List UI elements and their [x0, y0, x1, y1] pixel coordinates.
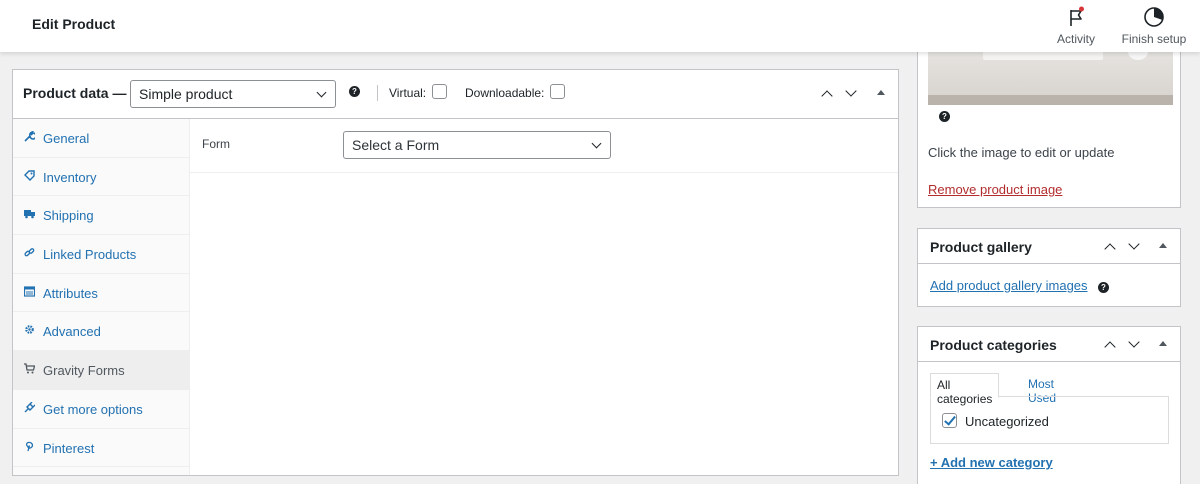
tab-pinterest[interactable]: Pinterest — [13, 429, 189, 468]
product-data-tabs: General Inventory Shipping Linked Produc… — [13, 119, 190, 475]
wrench-icon — [24, 130, 37, 142]
tab-shipping[interactable]: Shipping — [13, 196, 189, 236]
product-image-shelf — [928, 95, 1173, 105]
category-checkbox[interactable] — [942, 413, 957, 428]
tab-label: Linked Products — [43, 247, 137, 263]
collapse-toggle-icon[interactable] — [1159, 341, 1167, 346]
product-data-header: Product data — Simple product ? Virtual:… — [13, 70, 898, 119]
flag-icon — [1050, 6, 1102, 28]
plugin-icon — [24, 401, 36, 413]
help-icon[interactable]: ? — [939, 111, 950, 122]
tab-label: General — [43, 131, 90, 146]
tab-general[interactable]: General — [13, 119, 189, 158]
move-up-icon[interactable] — [821, 90, 833, 102]
move-down-icon[interactable] — [845, 85, 857, 97]
help-icon[interactable]: ? — [349, 86, 360, 97]
move-down-icon[interactable] — [1128, 336, 1140, 348]
chevron-down-icon — [316, 87, 327, 98]
cart-icon — [24, 363, 36, 374]
product-data-title: Product data — — [23, 85, 127, 101]
move-down-icon[interactable] — [1128, 238, 1140, 250]
product-gallery-box: Product gallery Add product gallery imag… — [917, 228, 1181, 307]
tab-label: Attributes — [43, 285, 98, 301]
move-up-icon[interactable] — [1104, 341, 1116, 353]
tab-most-used[interactable]: Most Used — [1022, 373, 1062, 405]
tag-icon — [24, 169, 35, 181]
image-edit-hint: Click the image to edit or update — [928, 145, 1115, 160]
list-icon — [23, 286, 36, 297]
form-row: Form Select a Form — [190, 119, 898, 173]
category-label: Uncategorized — [965, 414, 1049, 429]
tab-label: Advanced — [43, 324, 101, 340]
gear-icon — [24, 324, 35, 335]
tab-label: Gravity Forms — [43, 363, 125, 379]
downloadable-checkbox[interactable] — [550, 84, 565, 99]
product-categories-header: Product categories — [918, 327, 1180, 362]
product-gallery-title: Product gallery — [930, 239, 1032, 255]
tab-label: Get more options — [43, 401, 143, 417]
form-select-value: Select a Form — [352, 137, 440, 153]
move-up-icon[interactable] — [1104, 243, 1116, 255]
truck-icon — [24, 208, 35, 219]
divider — [377, 85, 378, 101]
product-categories-title: Product categories — [930, 337, 1057, 353]
page-title: Edit Product — [32, 16, 116, 32]
finish-setup-button[interactable]: Finish setup — [1116, 6, 1192, 46]
product-type-select[interactable]: Simple product — [130, 80, 336, 108]
tab-label: Pinterest — [43, 440, 95, 456]
activity-label: Activity — [1056, 32, 1095, 46]
form-select[interactable]: Select a Form — [343, 131, 611, 159]
virtual-label: Virtual: — [389, 86, 427, 100]
activity-button[interactable]: Activity — [1050, 6, 1102, 46]
product-gallery-header: Product gallery — [918, 229, 1180, 264]
collapse-toggle-icon[interactable] — [877, 90, 885, 95]
product-categories-box: Product categories All categories Most U… — [917, 326, 1181, 484]
remove-product-image-link[interactable]: Remove product image — [928, 182, 1062, 197]
tab-linked-products[interactable]: Linked Products — [13, 235, 189, 274]
tab-inventory[interactable]: Inventory — [13, 158, 189, 197]
add-new-category-link[interactable]: + Add new category — [930, 455, 1053, 470]
tab-attributes[interactable]: Attributes — [13, 274, 189, 313]
product-image-box: ? Click the image to edit or update Remo… — [917, 40, 1181, 208]
tab-all-categories[interactable]: All categories — [930, 373, 1000, 406]
collapse-toggle-icon[interactable] — [1159, 243, 1167, 248]
tab-gravity-forms[interactable]: Gravity Forms — [13, 351, 189, 390]
link-icon — [24, 247, 35, 258]
virtual-checkbox[interactable] — [432, 84, 447, 99]
downloadable-label: Downloadable: — [465, 86, 545, 100]
help-icon[interactable]: ? — [1098, 282, 1109, 293]
chevron-down-icon — [591, 138, 602, 149]
product-type-value: Simple product — [139, 86, 233, 102]
finish-setup-label: Finish setup — [1121, 32, 1187, 46]
tab-content: Form Select a Form — [190, 119, 898, 173]
tab-label: Shipping — [43, 208, 94, 224]
tab-advanced[interactable]: Advanced — [13, 312, 189, 352]
pinterest-icon — [24, 441, 35, 452]
top-header: Edit Product Activity Finish setup — [0, 0, 1200, 52]
form-label: Form — [202, 137, 230, 151]
tab-get-more-options[interactable]: Get more options — [13, 390, 189, 429]
progress-circle-icon — [1116, 6, 1192, 28]
add-gallery-images-link[interactable]: Add product gallery images — [930, 278, 1088, 293]
tab-label: Inventory — [43, 169, 97, 185]
product-data-panel: Product data — Simple product ? Virtual:… — [12, 69, 899, 476]
